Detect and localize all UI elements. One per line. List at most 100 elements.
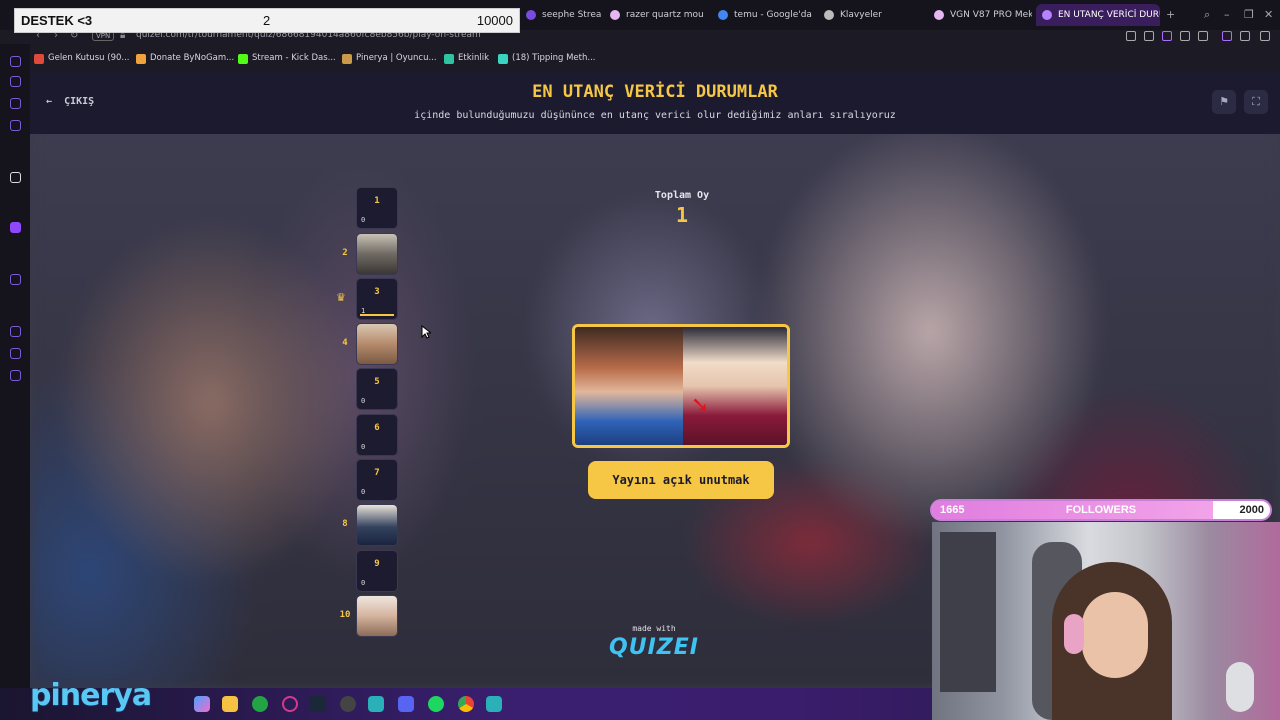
new-tab-icon[interactable]: + [1166, 8, 1175, 21]
bookmark-tipping[interactable]: (18) Tipping Meth... [498, 53, 595, 64]
ranking-slot-votes: 0 [361, 397, 366, 405]
ranking-slot-rank: 3 [374, 287, 380, 297]
ranking-slot-rank: 7 [374, 468, 380, 478]
sidebar-ai-icon[interactable] [10, 56, 21, 67]
followers-label: FOLLOWERS [1065, 504, 1137, 516]
webcam-face [1082, 592, 1148, 678]
tab-favicon-icon [526, 10, 536, 20]
app2-icon[interactable] [486, 696, 502, 712]
play-icon[interactable] [1180, 31, 1190, 41]
file-explorer-icon[interactable] [222, 696, 238, 712]
candidate-answer-button[interactable]: Yayını açık unutmak [588, 461, 774, 499]
webcam-feed [932, 522, 1280, 720]
profile-icon[interactable] [1222, 31, 1232, 41]
sidebar-twitch-icon[interactable] [10, 222, 21, 233]
donation-goal-label: DESTEK <3 [21, 13, 93, 28]
bookmark-kick[interactable]: Stream - Kick Das... [238, 53, 336, 64]
bookmark-donate[interactable]: Donate ByNoGam... [136, 53, 234, 64]
copilot-icon[interactable] [194, 696, 210, 712]
bookmark-gmail[interactable]: Gelen Kutusu (90... [34, 53, 130, 64]
ranking-slot-rank: 4 [342, 338, 348, 348]
tab-favicon-icon [824, 10, 834, 20]
bookmark-pinerya[interactable]: Pinerya | Oyuncu... [342, 53, 437, 64]
candidate-image-left [575, 327, 683, 445]
donation-goal-bar: DESTEK <3 2 10000 [14, 8, 520, 33]
minimize-icon[interactable]: – [1224, 8, 1230, 21]
mouse-cursor-icon [421, 325, 431, 339]
ranking-slot[interactable] [356, 233, 398, 275]
ranking-slot[interactable]: 70 [356, 459, 398, 501]
maximize-icon[interactable]: ❐ [1244, 8, 1254, 21]
heart-icon[interactable] [1198, 31, 1208, 41]
chrome-icon[interactable] [458, 696, 474, 712]
tab-active[interactable]: EN UTANÇ VERİCİ DURUM [1036, 4, 1160, 26]
bookmarks-bar: Gelen Kutusu (90... Donate ByNoGam... St… [0, 50, 1280, 70]
app-icon[interactable] [368, 696, 384, 712]
shield-icon[interactable] [1162, 31, 1172, 41]
sidebar-clock-icon[interactable] [10, 326, 21, 337]
tab-favicon-icon [934, 10, 944, 20]
menu-icon[interactable] [1260, 31, 1270, 41]
tab-4[interactable]: Klavyeler [818, 4, 918, 26]
kick-icon [238, 54, 248, 64]
ranking-slot-rank: 1 [374, 196, 380, 206]
discord-icon[interactable] [398, 696, 414, 712]
ranking-slot[interactable]: 10 [356, 187, 398, 229]
ranking-slot-rank: 9 [374, 559, 380, 569]
ranking-slot[interactable]: 60 [356, 414, 398, 456]
bookmark-etkinlik[interactable]: Etkinlik [444, 53, 489, 64]
search-tabs-icon[interactable]: ⌕ [1204, 8, 1210, 22]
download-icon[interactable] [1240, 31, 1250, 41]
candidate-image-card[interactable]: ➘ [572, 324, 790, 448]
sidebar-settings-icon[interactable] [10, 370, 21, 381]
obs-icon[interactable] [340, 696, 356, 712]
opera-icon[interactable] [282, 696, 298, 712]
ranking-slot[interactable]: 50 [356, 368, 398, 410]
sidebar-puzzle-icon[interactable] [10, 348, 21, 359]
report-flag-button[interactable]: ⚑ [1212, 90, 1236, 114]
ranking-slot-rank: 5 [374, 377, 380, 387]
fullscreen-button[interactable]: ⛶ [1244, 90, 1268, 114]
sidebar-mail-icon[interactable] [10, 120, 21, 131]
screenshot-icon[interactable] [1144, 31, 1154, 41]
tab-5[interactable]: VGN V87 PRO Meka [928, 4, 1032, 26]
ranking-slot[interactable]: 90 [356, 550, 398, 592]
quizei-logo[interactable]: QUIZEI [600, 635, 708, 660]
total-votes-value: 1 [675, 203, 689, 227]
ranking-slot-votes: 0 [361, 579, 366, 587]
webcam-shelf [940, 532, 996, 692]
gmail-icon [34, 54, 44, 64]
tipping-icon [498, 54, 508, 64]
quizei-favicon-icon [1042, 10, 1052, 20]
xbox-icon[interactable] [252, 696, 268, 712]
webcam-headset [1064, 614, 1084, 654]
sidebar-messenger-icon[interactable] [10, 98, 21, 109]
page-title: EN UTANÇ VERİCİ DURUMLAR [532, 82, 778, 102]
ranking-slot-rank: 8 [342, 519, 348, 529]
channel-watermark: pinerya [30, 678, 152, 713]
ranking-slot[interactable] [356, 323, 398, 365]
red-arrow-icon: ➘ [691, 393, 710, 418]
spotify-icon[interactable] [428, 696, 444, 712]
ranking-slot[interactable]: 31 [356, 278, 398, 320]
tab-favicon-icon [610, 10, 620, 20]
tab-2[interactable]: razer quartz mouse [604, 4, 704, 26]
tab-1[interactable]: seephe Stream - V [520, 4, 602, 26]
ranking-slot-image [357, 234, 397, 274]
tab-3[interactable]: temu - Google'da Ar [712, 4, 812, 26]
sidebar-arc-icon[interactable] [10, 172, 21, 183]
close-icon[interactable]: ✕ [1264, 8, 1273, 21]
ranking-slot-votes: 0 [361, 216, 366, 224]
webcam-microphone [1226, 662, 1254, 712]
quiz-header: ← ÇIKIŞ EN UTANÇ VERİCİ DURUMLAR içinde … [30, 72, 1280, 134]
crown-icon: ♛ [336, 291, 346, 304]
ranking-slot[interactable] [356, 595, 398, 637]
bookmark-icon[interactable] [1126, 31, 1136, 41]
ranking-slot[interactable] [356, 504, 398, 546]
ranking-slot-vote-bar [360, 314, 394, 316]
sidebar-play-icon[interactable] [10, 274, 21, 285]
ranking-slot-image [357, 505, 397, 545]
page-subtitle: içinde bulunduğumuzu düşününce en utanç … [414, 110, 896, 121]
sidebar-bag-icon[interactable] [10, 76, 21, 87]
steam-icon[interactable] [310, 696, 326, 712]
